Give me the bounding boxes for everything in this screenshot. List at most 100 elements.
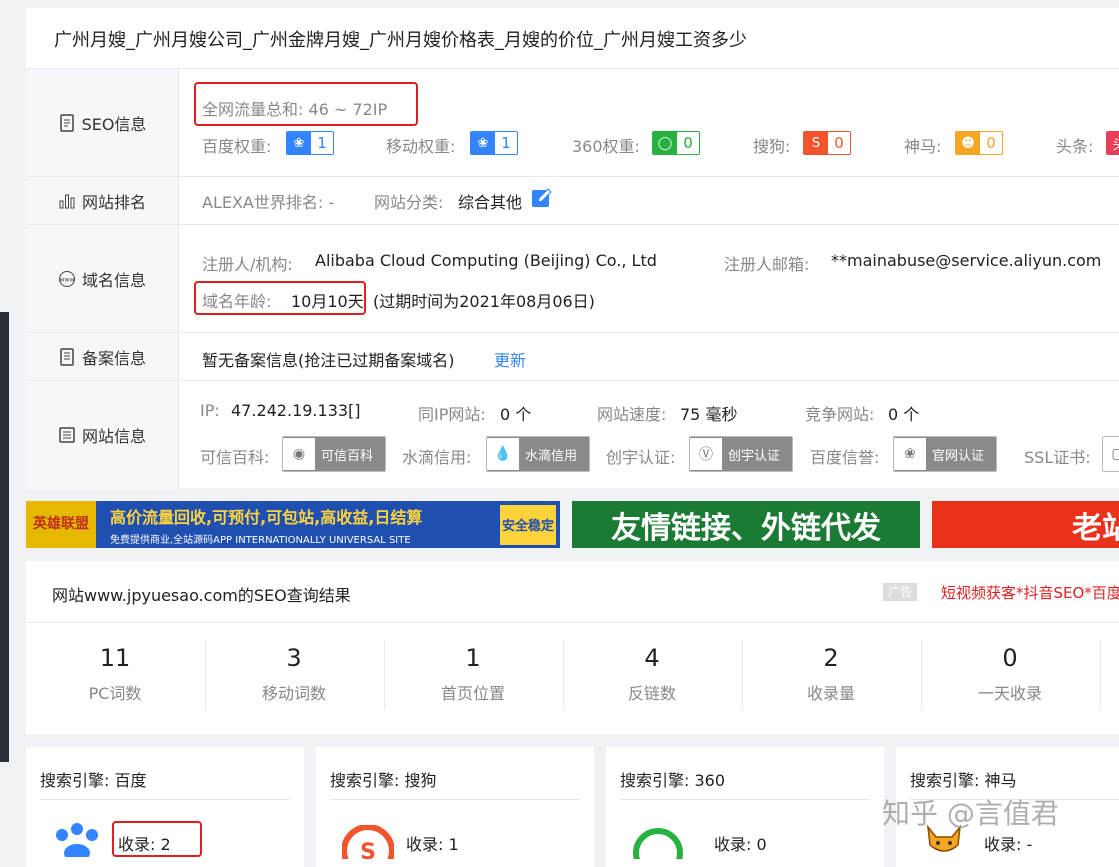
- stat-label: 首页位置: [440, 684, 505, 703]
- 360-weight-value: 0: [677, 132, 699, 154]
- domain-expiry: (过期时间为2021年08月06日): [373, 292, 595, 311]
- site-label-text: 网站信息: [81, 427, 146, 446]
- same-ip-label: 同IP网站:: [418, 405, 486, 424]
- domain-label: www 域名信息: [26, 225, 179, 333]
- baidu-weight-badge[interactable]: ❀ 1: [286, 131, 334, 155]
- engine-name: 神马: [984, 771, 1017, 790]
- registrant-value: Alibaba Cloud Computing (Beijing) Co., L…: [315, 251, 657, 270]
- stat-pc-words[interactable]: 11 PC词数: [26, 622, 204, 704]
- baidu-weight-label: 百度权重:: [202, 137, 272, 156]
- shenma-weight-label: 神马:: [904, 137, 942, 156]
- edit-icon[interactable]: [530, 186, 554, 210]
- stat-day-indexed[interactable]: 0 一天收录: [921, 622, 1099, 704]
- cert-ssl-label: SSL证书:: [1024, 448, 1091, 467]
- page-title: 广州月嫂_广州月嫂公司_广州金牌月嫂_广州月嫂价格表_月嫂的价位_广州月嫂工资多…: [54, 30, 747, 51]
- cert-shuidi-text: 水滴信用: [525, 448, 578, 464]
- same-ip-value: 0 个: [500, 405, 532, 424]
- cert-kexin-badge[interactable]: ◉ 可信百科: [282, 436, 386, 472]
- mobile-weight-badge[interactable]: ❀ 1: [470, 131, 518, 155]
- icp-label-text: 备案信息: [81, 349, 146, 368]
- divider: [1100, 640, 1101, 710]
- stat-value: 3: [286, 644, 302, 672]
- ip-label: IP:: [200, 401, 220, 420]
- stat-label: 收录量: [806, 684, 855, 703]
- cert-chuangyu-badge[interactable]: Ⓥ 创宇认证: [689, 436, 793, 472]
- engine-header: 搜索引擎: 神马: [910, 767, 1017, 791]
- compete-label: 竞争网站:: [805, 405, 875, 424]
- stat-backlinks[interactable]: 4 反链数: [563, 622, 741, 704]
- email-value: **mainabuse@service.aliyun.com: [831, 251, 1102, 270]
- 360-weight-badge[interactable]: ◯ 0: [652, 131, 700, 155]
- highlight-traffic: [194, 82, 418, 126]
- site-label: 网站信息: [26, 381, 179, 489]
- engine-label: 搜索引擎:: [620, 771, 690, 790]
- bar-chart-icon: [59, 194, 75, 209]
- 360-icon: ◯: [653, 132, 677, 154]
- engine-name: 360: [694, 771, 726, 790]
- baidu-paw-icon: [56, 823, 98, 857]
- speed-label: 网站速度:: [597, 405, 667, 424]
- 360-weight-label: 360权重:: [572, 137, 640, 156]
- stat-value: 4: [644, 644, 660, 672]
- category-value: 综合其他: [458, 193, 523, 212]
- cert-kexin-text: 可信百科: [321, 448, 374, 464]
- stat-value: 1: [465, 644, 481, 672]
- left-dark-strip: [0, 312, 9, 762]
- lock-icon: ▢: [1103, 438, 1119, 470]
- banner-line2: 免费提供商业,全站源码APP INTERNATIONALLY UNIVERSAL…: [110, 534, 411, 546]
- banner-old-site[interactable]: 老站: [932, 501, 1119, 548]
- compete-value: 0 个: [888, 405, 920, 424]
- index-value: 0: [756, 835, 767, 854]
- stat-indexed[interactable]: 2 收录量: [742, 622, 920, 704]
- toutiao-icon: 头: [1107, 132, 1119, 154]
- seo-info-card: 广州月嫂_广州月嫂公司_广州金牌月嫂_广州月嫂价格表_月嫂的价位_广州月嫂工资多…: [26, 8, 1119, 489]
- stat-label: 反链数: [627, 684, 676, 703]
- sogou-logo-icon: S: [342, 825, 394, 859]
- stat-label: 一天收录: [977, 684, 1042, 703]
- email-label: 注册人邮箱:: [724, 255, 810, 274]
- ip-value: 47.242.19.133[]: [231, 401, 361, 420]
- engine-card-baidu: 搜索引擎: 百度 收录: 2: [26, 747, 304, 867]
- engine-label: 搜索引擎:: [330, 771, 400, 790]
- paw-icon: ❀: [287, 132, 311, 154]
- paw-icon: ❀: [894, 438, 926, 470]
- engine-label: 搜索引擎:: [40, 771, 110, 790]
- engine-name: 百度: [114, 771, 147, 790]
- engine-card-sogou: 搜索引擎: 搜狗 S 收录: 1: [316, 747, 594, 867]
- cert-ssl-badge[interactable]: ▢: [1102, 436, 1119, 472]
- icp-update-link[interactable]: 更新: [494, 347, 526, 371]
- banner-logo: 英雄联盟: [26, 501, 96, 548]
- stat-value: 2: [823, 644, 839, 672]
- banner-tag: 安全稳定: [500, 504, 556, 545]
- sogou-weight-badge[interactable]: S0: [803, 131, 851, 155]
- rank-label: 网站排名: [26, 177, 179, 225]
- toutiao-weight-badge[interactable]: 头: [1106, 131, 1119, 155]
- index-label: 收录:: [984, 835, 1022, 854]
- baidu-weight-value: 1: [311, 132, 333, 154]
- banner-traffic[interactable]: 英雄联盟 高价流量回收,可预付,可包站,高收益,日结算 免费提供商业,全站源码A…: [26, 501, 560, 548]
- record-doc-icon: [60, 348, 74, 366]
- index-label: 收录:: [714, 835, 752, 854]
- banner-line1: 高价流量回收,可预付,可包站,高收益,日结算: [110, 507, 423, 527]
- stat-label: 移动词数: [261, 684, 326, 703]
- stat-mobile-words[interactable]: 3 移动词数: [205, 622, 383, 704]
- stat-home-position[interactable]: 1 首页位置: [384, 622, 562, 704]
- sogou-weight-value: 0: [828, 132, 850, 154]
- index-value: 1: [448, 835, 459, 854]
- icp-row: 备案信息 暂无备案信息(抢注已过期备案域名) 更新: [26, 332, 1119, 381]
- cert-shuidi-badge[interactable]: 💧 水滴信用: [486, 436, 590, 472]
- cert-baidu-text: 官网认证: [932, 448, 985, 464]
- shenma-weight-badge[interactable]: ☻ 0: [955, 131, 1003, 155]
- divider: [40, 799, 290, 800]
- watermark: 知乎 @言值君: [882, 797, 1059, 830]
- cert-chuangyu-label: 创宇认证:: [606, 448, 676, 467]
- ad-link[interactable]: 短视频获客*抖音SEO*百度: [941, 582, 1119, 603]
- stat-value: 11: [99, 644, 131, 672]
- cert-kexin-label: 可信百科:: [200, 448, 270, 467]
- cert-baidu-badge[interactable]: ❀ 官网认证: [893, 436, 997, 472]
- banner-links[interactable]: 友情链接、外链代发: [572, 501, 920, 548]
- shield-icon: ◉: [283, 438, 315, 470]
- divider: [330, 799, 580, 800]
- domain-label-text: 域名信息: [81, 271, 146, 290]
- document-icon: [59, 114, 74, 132]
